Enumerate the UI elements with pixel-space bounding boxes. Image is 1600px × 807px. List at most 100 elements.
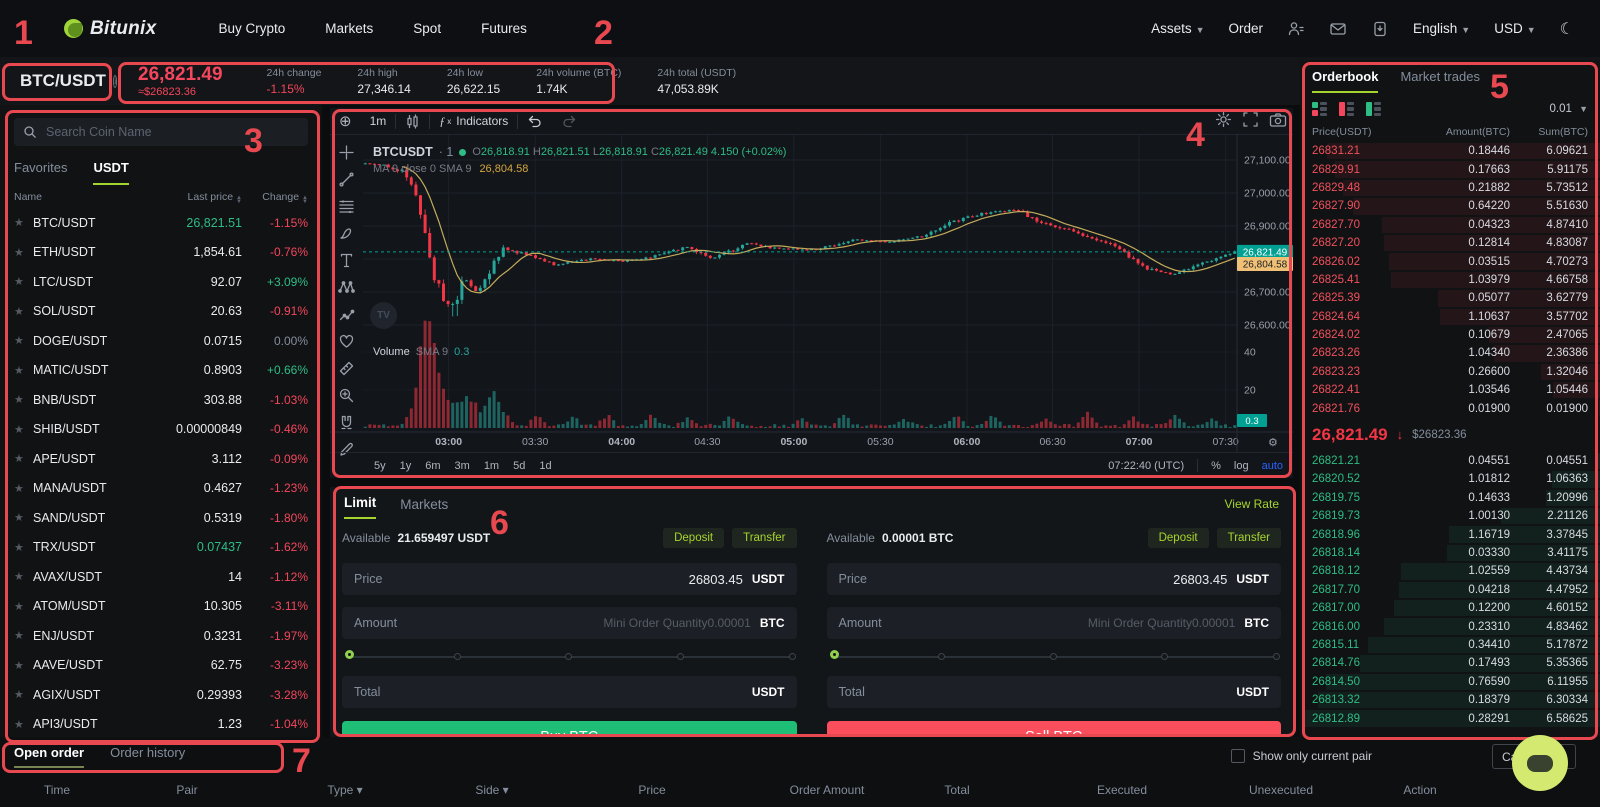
nav-item-futures[interactable]: Futures — [481, 21, 527, 36]
search-input[interactable] — [44, 124, 299, 140]
ask-row[interactable]: 26823.230.266001.32046 — [1300, 363, 1600, 381]
fib-retracement-icon[interactable] — [336, 197, 358, 215]
favorite-star-icon[interactable]: ★ — [14, 659, 33, 672]
coin-row[interactable]: ★AAVE/USDT62.75-3.23% — [0, 651, 322, 681]
bid-row[interactable]: 26815.110.344105.17872 — [1300, 636, 1600, 654]
bid-row[interactable]: 26814.760.174935.35365 — [1300, 654, 1600, 672]
currency-menu[interactable]: USD▼ — [1494, 21, 1535, 36]
interval-button[interactable]: 1m — [361, 108, 396, 134]
ask-row[interactable]: 26824.641.106373.57702 — [1300, 308, 1600, 326]
col-last-price[interactable]: Last price▲▼ — [132, 191, 242, 204]
orderbook-mid-price[interactable]: 26,821.49↓ $26823.36 — [1300, 418, 1600, 452]
bid-row[interactable]: 26817.700.042184.47952 — [1300, 581, 1600, 599]
add-compare-icon[interactable]: ⊕ — [330, 108, 361, 134]
ask-row[interactable]: 26827.700.043234.87410 — [1300, 216, 1600, 234]
bid-row[interactable]: 26813.320.183796.30334 — [1300, 691, 1600, 709]
transfer-button[interactable]: Transfer — [732, 528, 796, 548]
coin-row[interactable]: ★LTC/USDT92.07+3.09% — [0, 267, 322, 297]
favorite-star-icon[interactable]: ★ — [14, 600, 33, 613]
coin-row[interactable]: ★MANA/USDT0.4627-1.23% — [0, 474, 322, 504]
favorite-star-icon[interactable]: ★ — [14, 393, 33, 406]
brand-logo[interactable]: Bitunix — [64, 18, 157, 40]
log-scale-button[interactable]: log — [1234, 460, 1249, 472]
language-menu[interactable]: English▼ — [1413, 21, 1470, 36]
favorite-star-icon[interactable]: ★ — [14, 423, 33, 436]
ask-row[interactable]: 26825.411.039794.66758 — [1300, 271, 1600, 289]
bid-row[interactable]: 26821.210.045510.04551 — [1300, 452, 1600, 470]
auto-scale-button[interactable]: auto — [1262, 460, 1283, 472]
range-1d[interactable]: 1d — [539, 460, 551, 472]
range-1y[interactable]: 1y — [400, 460, 412, 472]
view-rate-link[interactable]: View Rate — [1225, 497, 1279, 511]
coin-row[interactable]: ★SHIB/USDT0.00000849-0.46% — [0, 415, 322, 445]
bid-row[interactable]: 26816.000.233104.83462 — [1300, 617, 1600, 635]
watchlist-tab-favorites[interactable]: Favorites — [14, 160, 67, 185]
coin-row[interactable]: ★DOGE/USDT0.07150.00% — [0, 326, 322, 356]
ask-row[interactable]: 26829.910.176635.91175 — [1300, 160, 1600, 178]
buy-amount-field[interactable]: AmountMini Order Quantity0.00001BTC — [342, 607, 797, 639]
sell-amount-slider[interactable] — [831, 650, 1278, 664]
bid-row[interactable]: 26818.961.167193.37845 — [1300, 525, 1600, 543]
deposit-button[interactable]: Deposit — [663, 528, 724, 548]
coin-row[interactable]: ★AVAX/USDT14-1.12% — [0, 562, 322, 592]
orders-tab-open-order[interactable]: Open order — [14, 745, 84, 768]
coin-search[interactable] — [14, 118, 308, 146]
app-download-icon[interactable] — [1371, 20, 1389, 38]
coin-row[interactable]: ★APE/USDT3.112-0.09% — [0, 444, 322, 474]
bid-row[interactable]: 26820.521.018121.06363 — [1300, 470, 1600, 488]
book-mode-asks-icon[interactable] — [1339, 102, 1354, 116]
transfer-button[interactable]: Transfer — [1217, 528, 1281, 548]
ask-row[interactable]: 26831.210.184466.09621 — [1300, 142, 1600, 160]
favorite-star-icon[interactable]: ★ — [14, 334, 33, 347]
chart-style-icon[interactable] — [396, 108, 429, 134]
ask-row[interactable]: 26827.900.642205.51630 — [1300, 197, 1600, 215]
range-1m[interactable]: 1m — [484, 460, 499, 472]
bid-row[interactable]: 26819.750.146331.20996 — [1300, 489, 1600, 507]
info-icon[interactable]: i — [113, 75, 118, 88]
support-chat-button[interactable] — [1512, 735, 1568, 791]
pair-selector[interactable]: BTC/USDT i — [20, 71, 112, 91]
undo-icon[interactable] — [518, 108, 552, 134]
book-mode-bids-icon[interactable] — [1366, 102, 1381, 116]
book-mode-both-icon[interactable] — [1312, 102, 1327, 116]
range-3m[interactable]: 3m — [455, 460, 470, 472]
favorite-star-icon[interactable]: ★ — [14, 305, 33, 318]
chart-clock[interactable]: 07:22:40 (UTC) — [1108, 460, 1184, 472]
coin-row[interactable]: ★ETH/USDT1,854.61-0.76% — [0, 238, 322, 268]
favorite-star-icon[interactable]: ★ — [14, 718, 33, 731]
ask-row[interactable]: 26823.261.043402.36386 — [1300, 344, 1600, 362]
nav-item-buy-crypto[interactable]: Buy Crypto — [219, 21, 286, 36]
mail-icon[interactable] — [1329, 20, 1347, 38]
bid-row[interactable]: 26817.000.122004.60152 — [1300, 599, 1600, 617]
bid-row[interactable]: 26818.140.033303.41175 — [1300, 544, 1600, 562]
redo-icon[interactable] — [552, 108, 586, 134]
range-5d[interactable]: 5d — [513, 460, 525, 472]
zoom-in-icon[interactable] — [336, 386, 358, 404]
trendline-icon[interactable] — [336, 170, 358, 188]
bid-row[interactable]: 26818.121.025594.43734 — [1300, 562, 1600, 580]
magnet-icon[interactable] — [336, 413, 358, 431]
watchlist-tab-usdt[interactable]: USDT — [93, 160, 128, 185]
buy-price-field[interactable]: Price26803.45USDT — [342, 563, 797, 595]
chart-settings-gear-icon[interactable] — [1215, 111, 1232, 128]
coin-row[interactable]: ★SAND/USDT0.5319-1.80% — [0, 503, 322, 533]
ruler-icon[interactable] — [336, 359, 358, 377]
coin-row[interactable]: ★BTC/USDT26,821.51-1.15% — [0, 208, 322, 238]
bid-row[interactable]: 26814.500.765906.11955 — [1300, 673, 1600, 691]
sell-price-field[interactable]: Price26803.45USDT — [827, 563, 1282, 595]
favorite-star-icon[interactable]: ★ — [14, 482, 33, 495]
favorite-star-icon[interactable]: ★ — [14, 541, 33, 554]
buy-total-field[interactable]: TotalUSDT — [342, 676, 797, 708]
theme-toggle-moon-icon[interactable]: ☾ — [1560, 19, 1574, 39]
coin-row[interactable]: ★AGIX/USDT0.29393-3.28% — [0, 680, 322, 710]
coin-row[interactable]: ★ATOM/USDT10.305-3.11% — [0, 592, 322, 622]
favorite-star-icon[interactable]: ★ — [14, 511, 33, 524]
favorite-star-icon[interactable]: ★ — [14, 629, 33, 642]
bid-row[interactable]: 26812.890.282916.58625 — [1300, 709, 1600, 727]
favorite-star-icon[interactable]: ★ — [14, 452, 33, 465]
brush-icon[interactable] — [336, 224, 358, 242]
favorite-star-icon[interactable]: ★ — [14, 275, 33, 288]
referral-icon[interactable] — [1287, 20, 1305, 38]
screenshot-camera-icon[interactable] — [1269, 112, 1287, 128]
ask-row[interactable]: 26827.200.128144.83087 — [1300, 234, 1600, 252]
